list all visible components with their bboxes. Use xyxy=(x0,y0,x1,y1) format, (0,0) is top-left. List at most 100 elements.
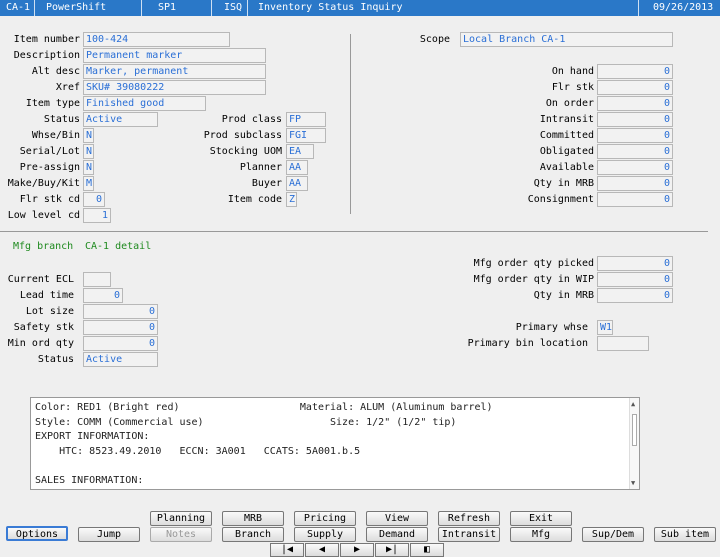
primary-whse-label: Primary whse xyxy=(515,322,588,333)
min-ord-qty-label: Min ord qty xyxy=(7,338,74,349)
app-name: PowerShift xyxy=(46,2,107,13)
safety-stk-label: Safety stk xyxy=(13,322,74,333)
environment: SP1 xyxy=(158,2,177,13)
planner-label: Planner xyxy=(239,162,282,173)
scope-field[interactable]: Local Branch CA-1 xyxy=(460,32,673,47)
options-button[interactable]: Options xyxy=(6,526,68,541)
qty-value[interactable]: 0 xyxy=(597,128,673,143)
current-ecl-label: Current ECL xyxy=(7,274,74,285)
pricing-button[interactable]: Pricing xyxy=(294,511,356,526)
mfg-status-field[interactable]: Active xyxy=(83,352,158,367)
status-field[interactable]: Active xyxy=(83,112,158,127)
item-number-label: Item number xyxy=(13,34,80,45)
mfg-qty-in-mrb-field[interactable]: 0 xyxy=(597,288,673,303)
branch-button[interactable]: Branch xyxy=(222,527,284,542)
whse-bin-field[interactable]: N xyxy=(83,128,94,143)
current-date: 09/26/2013 xyxy=(653,2,714,13)
lead-time-field[interactable]: 0 xyxy=(83,288,123,303)
qty-label: Available xyxy=(539,162,594,173)
next-record-icon[interactable]: ▶ xyxy=(340,543,374,557)
xref-field[interactable]: SKU# 39080222 xyxy=(83,80,266,95)
planner-field[interactable]: AA xyxy=(286,160,308,175)
low-level-cd-field[interactable]: 1 xyxy=(83,208,111,223)
last-record-icon[interactable]: ▶| xyxy=(375,543,409,557)
item-number-field[interactable]: 100-424 xyxy=(83,32,230,47)
mfg-in-wip-field[interactable]: 0 xyxy=(597,272,673,287)
status-label: Status xyxy=(43,114,80,125)
jump-button[interactable]: Jump xyxy=(78,527,140,542)
flr-stk-cd-field[interactable]: 0 xyxy=(83,192,105,207)
qty-value[interactable]: 0 xyxy=(597,192,673,207)
primary-whse-field[interactable]: W1 xyxy=(597,320,613,335)
make-buy-kit-field[interactable]: M xyxy=(83,176,94,191)
low-level-cd-label: Low level cd xyxy=(7,210,80,221)
item-type-field[interactable]: Finished good xyxy=(83,96,206,111)
qty-value[interactable]: 0 xyxy=(597,112,673,127)
prod-class-label: Prod class xyxy=(221,114,282,125)
lot-size-field[interactable]: 0 xyxy=(83,304,158,319)
notes-line: EXPORT INFORMATION: xyxy=(35,431,150,442)
company-code: CA-1 xyxy=(6,2,31,13)
buyer-field[interactable]: AA xyxy=(286,176,308,191)
exit-button[interactable]: Exit xyxy=(510,511,572,526)
item-type-label: Item type xyxy=(25,98,80,109)
whse-bin-label: Whse/Bin xyxy=(31,130,80,141)
notes-line: Color: RED1 (Bright red) Material: ALUM … xyxy=(35,402,493,413)
sub-item-button[interactable]: Sub item xyxy=(654,527,716,542)
supply-button[interactable]: Supply xyxy=(294,527,356,542)
qty-label: Consignment xyxy=(527,194,594,205)
serial-lot-field[interactable]: N xyxy=(83,144,94,159)
toggle-view-icon[interactable]: ◧ xyxy=(410,543,444,557)
primary-bin-field[interactable] xyxy=(597,336,649,351)
scroll-thumb[interactable] xyxy=(632,414,637,446)
screen-title: Inventory Status Inquiry xyxy=(258,2,403,13)
notes-line: Style: COMM (Commercial use) Size: 1/2" … xyxy=(35,416,457,428)
item-notes-box[interactable]: Color: RED1 (Bright red) Material: ALUM … xyxy=(30,397,640,490)
intransit-button[interactable]: Intransit xyxy=(438,527,500,542)
qty-value[interactable]: 0 xyxy=(597,96,673,111)
description-label: Description xyxy=(13,50,80,61)
notes-button[interactable]: Notes xyxy=(150,527,212,542)
qty-value[interactable]: 0 xyxy=(597,80,673,95)
sup-dem-button[interactable]: Sup/Dem xyxy=(582,527,644,542)
qty-label: On order xyxy=(545,98,594,109)
planning-button[interactable]: Planning xyxy=(150,511,212,526)
mfg-picked-label: Mfg order qty picked xyxy=(473,258,594,269)
notes-line: SALES INFORMATION: xyxy=(35,474,144,486)
prod-class-field[interactable]: FP xyxy=(286,112,326,127)
make-buy-kit-label: Make/Buy/Kit xyxy=(7,178,80,189)
title-bar: CA-1 PowerShift SP1 ISQ Inventory Status… xyxy=(0,0,720,16)
view-button[interactable]: View xyxy=(366,511,428,526)
pre-assign-field[interactable]: N xyxy=(83,160,94,175)
demand-button[interactable]: Demand xyxy=(366,527,428,542)
program-code: ISQ xyxy=(224,2,243,13)
item-code-field[interactable]: Z xyxy=(286,192,297,207)
mrb-button[interactable]: MRB xyxy=(222,511,284,526)
prod-subclass-field[interactable]: FGI xyxy=(286,128,326,143)
lead-time-label: Lead time xyxy=(19,290,74,301)
qty-value[interactable]: 0 xyxy=(597,144,673,159)
qty-value[interactable]: 0 xyxy=(597,176,673,191)
refresh-button[interactable]: Refresh xyxy=(438,511,500,526)
alt-desc-field[interactable]: Marker, permanent xyxy=(83,64,266,79)
notes-scrollbar[interactable]: ▲ ▼ xyxy=(629,398,639,489)
notes-line: HTC: 8523.49.2010 ECCN: 3A001 CCATS: 5A0… xyxy=(35,445,361,457)
buyer-label: Buyer xyxy=(251,178,282,189)
first-record-icon[interactable]: |◀ xyxy=(270,543,304,557)
qty-value[interactable]: 0 xyxy=(597,64,673,79)
scroll-up-icon[interactable]: ▲ xyxy=(631,400,635,408)
stocking-uom-field[interactable]: EA xyxy=(286,144,314,159)
mfg-button[interactable]: Mfg xyxy=(510,527,572,542)
min-ord-qty-field[interactable]: 0 xyxy=(83,336,158,351)
safety-stk-field[interactable]: 0 xyxy=(83,320,158,335)
qty-value[interactable]: 0 xyxy=(597,160,673,175)
description-field[interactable]: Permanent marker xyxy=(83,48,266,63)
flr-stk-cd-label: Flr stk cd xyxy=(19,194,80,205)
alt-desc-label: Alt desc xyxy=(31,66,80,77)
xref-label: Xref xyxy=(55,82,80,93)
scroll-down-icon[interactable]: ▼ xyxy=(631,479,635,487)
mfg-picked-field[interactable]: 0 xyxy=(597,256,673,271)
prev-record-icon[interactable]: ◀ xyxy=(305,543,339,557)
pre-assign-label: Pre-assign xyxy=(19,162,80,173)
current-ecl-field[interactable] xyxy=(83,272,111,287)
